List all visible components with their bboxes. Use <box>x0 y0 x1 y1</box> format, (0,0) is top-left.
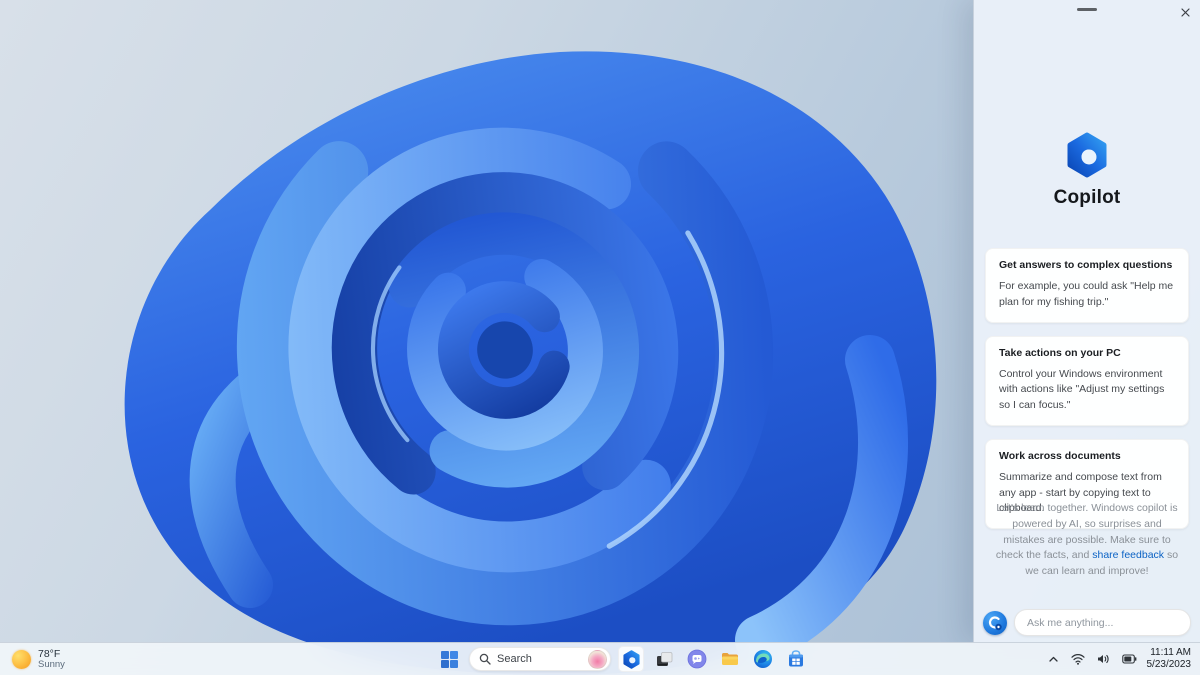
store-icon <box>789 650 803 667</box>
suggestion-cards: Get answers to complex questions For exa… <box>985 248 1189 529</box>
chat-icon <box>687 649 707 669</box>
taskbar-app-stacked-windows[interactable] <box>651 646 677 672</box>
taskbar-center: Search <box>436 643 809 675</box>
close-icon[interactable] <box>1176 3 1194 21</box>
taskbar-file-explorer-button[interactable] <box>717 646 743 672</box>
windows-logo-icon <box>440 650 458 668</box>
copilot-icon <box>622 649 640 669</box>
copilot-panel: Copilot Get answers to complex questions… <box>973 0 1200 643</box>
taskbar-edge-button[interactable] <box>750 646 776 672</box>
tray-date: 5/23/2023 <box>1146 659 1192 670</box>
copilot-input-row <box>983 609 1191 636</box>
card-take-actions[interactable]: Take actions on your PC Control your Win… <box>985 335 1189 426</box>
card-complex-questions[interactable]: Get answers to complex questions For exa… <box>985 248 1189 323</box>
ai-disclaimer: Let's learn together. Windows copilot is… <box>991 501 1183 580</box>
bloom-wallpaper-art <box>124 51 937 675</box>
sun-icon <box>12 649 31 669</box>
system-tray: 11:11 AM 5/23/2023 <box>1046 643 1192 675</box>
card-body: For example, you could ask "Help me plan… <box>999 280 1174 308</box>
taskbar-copilot-button[interactable] <box>618 646 644 672</box>
edge-icon <box>754 650 772 668</box>
taskbar-chat-button[interactable] <box>684 646 710 672</box>
card-title: Get answers to complex questions <box>999 259 1173 271</box>
copilot-logo-icon <box>1064 132 1110 183</box>
start-button[interactable] <box>436 646 462 672</box>
search-box[interactable]: Search <box>469 647 611 671</box>
battery-icon[interactable] <box>1120 652 1139 666</box>
copilot-panel-title: Copilot <box>1053 187 1121 208</box>
search-highlight-lotus-icon <box>588 649 607 669</box>
weather-condition: Sunny <box>38 658 65 670</box>
folder-icon <box>722 653 738 665</box>
taskbar-store-button[interactable] <box>783 646 809 672</box>
clock-widget[interactable]: 11:11 AM 5/23/2023 <box>1147 647 1192 672</box>
drag-handle[interactable] <box>1077 8 1097 11</box>
volume-icon[interactable] <box>1095 651 1112 667</box>
card-title: Work across documents <box>999 449 1121 462</box>
weather-widget[interactable]: 78°F Sunny <box>12 643 65 675</box>
share-feedback-link[interactable]: share feedback <box>1092 549 1164 561</box>
wifi-icon[interactable] <box>1069 651 1087 667</box>
taskbar: 78°F Sunny Search 11:11 AM 5/23/2023 <box>0 642 1200 675</box>
weather-temperature: 78°F <box>38 647 61 660</box>
copilot-sphere-icon[interactable] <box>983 610 1007 635</box>
search-icon <box>479 653 491 665</box>
search-label: Search <box>497 653 532 665</box>
card-title: Take actions on your PC <box>999 346 1121 359</box>
ask-me-anything-input[interactable] <box>1014 609 1191 636</box>
stacked-windows-icon <box>656 651 672 666</box>
tray-time: 11:11 AM <box>1150 646 1191 658</box>
tray-chevron-up-icon[interactable] <box>1046 652 1061 667</box>
card-body: Control your Windows environment with ac… <box>999 367 1165 412</box>
